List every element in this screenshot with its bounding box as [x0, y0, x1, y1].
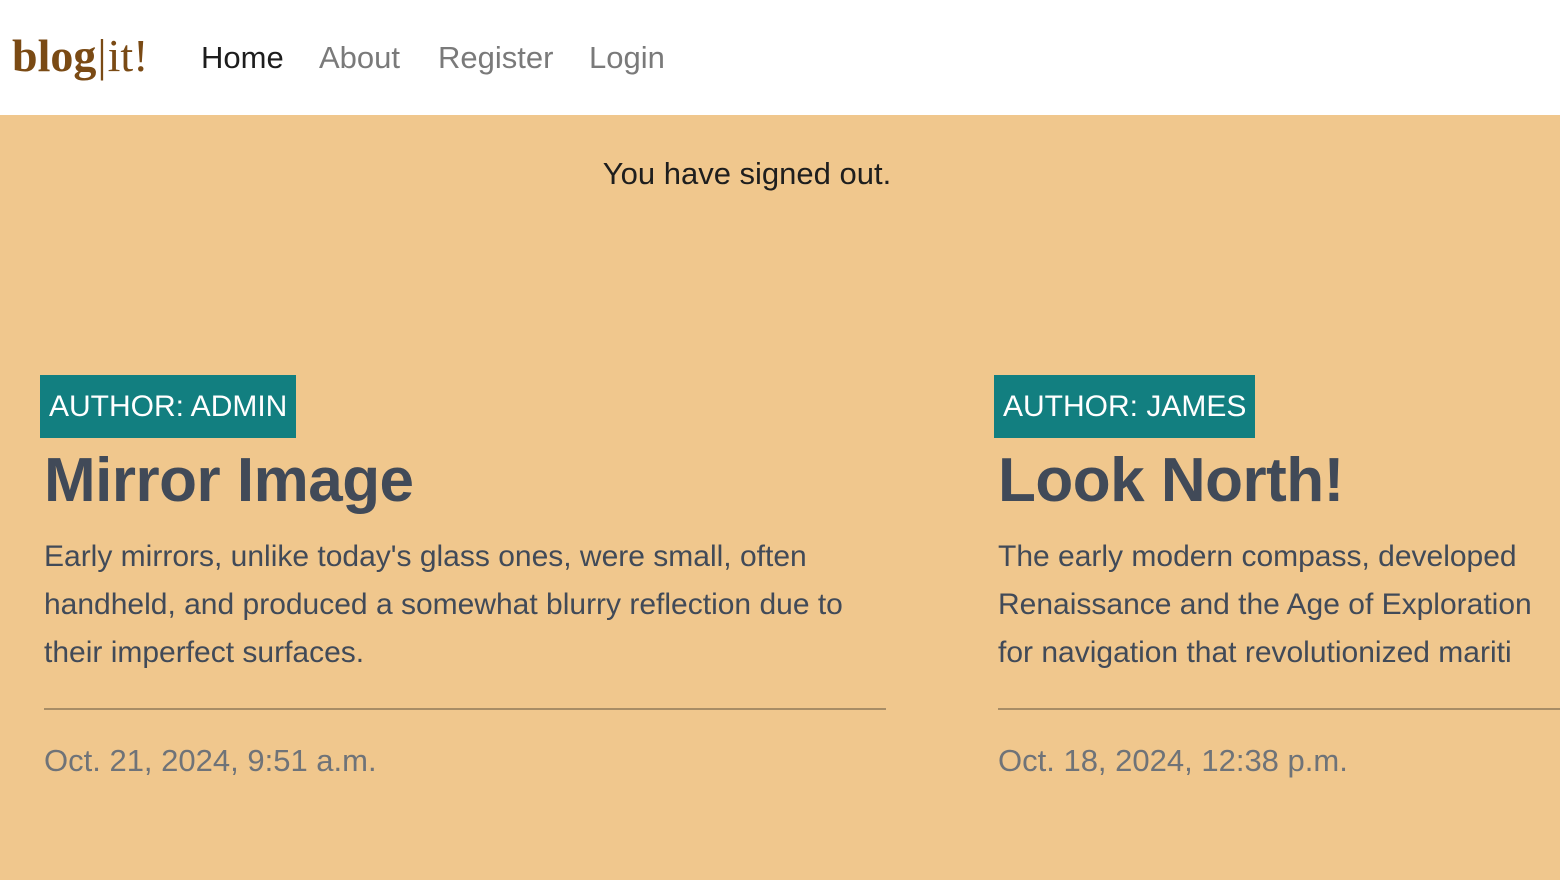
author-badge: AUTHOR: JAMES: [994, 375, 1256, 438]
post-excerpt: The early modern compass, developed Rena…: [998, 533, 1560, 677]
nav-login-link[interactable]: Login: [589, 38, 665, 78]
post-excerpt-line: Renaissance and the Age of Exploration: [998, 588, 1532, 621]
brand-logo-light: it!: [107, 30, 149, 81]
post-card: AUTHOR: JAMES Look North! The early mode…: [994, 375, 1560, 845]
post-excerpt-line: for navigation that revolutionized marit…: [998, 636, 1512, 669]
brand-logo-separator: |: [97, 30, 107, 81]
post-date: Oct. 18, 2024, 12:38 p.m.: [998, 743, 1348, 778]
post-excerpt: Early mirrors, unlike today's glass ones…: [44, 540, 843, 669]
nav-about-link[interactable]: About: [319, 38, 400, 78]
author-badge: AUTHOR: ADMIN: [40, 375, 297, 438]
post-excerpt-line: The early modern compass, developed: [998, 540, 1517, 573]
brand-logo-bold: blog: [12, 30, 97, 81]
post-title[interactable]: Mirror Image: [44, 445, 414, 517]
post-card: AUTHOR: ADMIN Mirror Image Early mirrors…: [40, 375, 886, 778]
nav-home-link[interactable]: Home: [201, 38, 284, 78]
post-divider: [998, 708, 1560, 710]
post-divider: [44, 708, 886, 710]
post-date: Oct. 21, 2024, 9:51 a.m.: [44, 743, 377, 778]
navbar: blog|it! Home About Register Login: [0, 0, 1560, 115]
brand-logo[interactable]: blog|it!: [12, 26, 148, 86]
flash-message: You have signed out.: [602, 156, 892, 191]
post-title[interactable]: Look North!: [998, 445, 1344, 517]
nav-register-link[interactable]: Register: [438, 38, 553, 78]
